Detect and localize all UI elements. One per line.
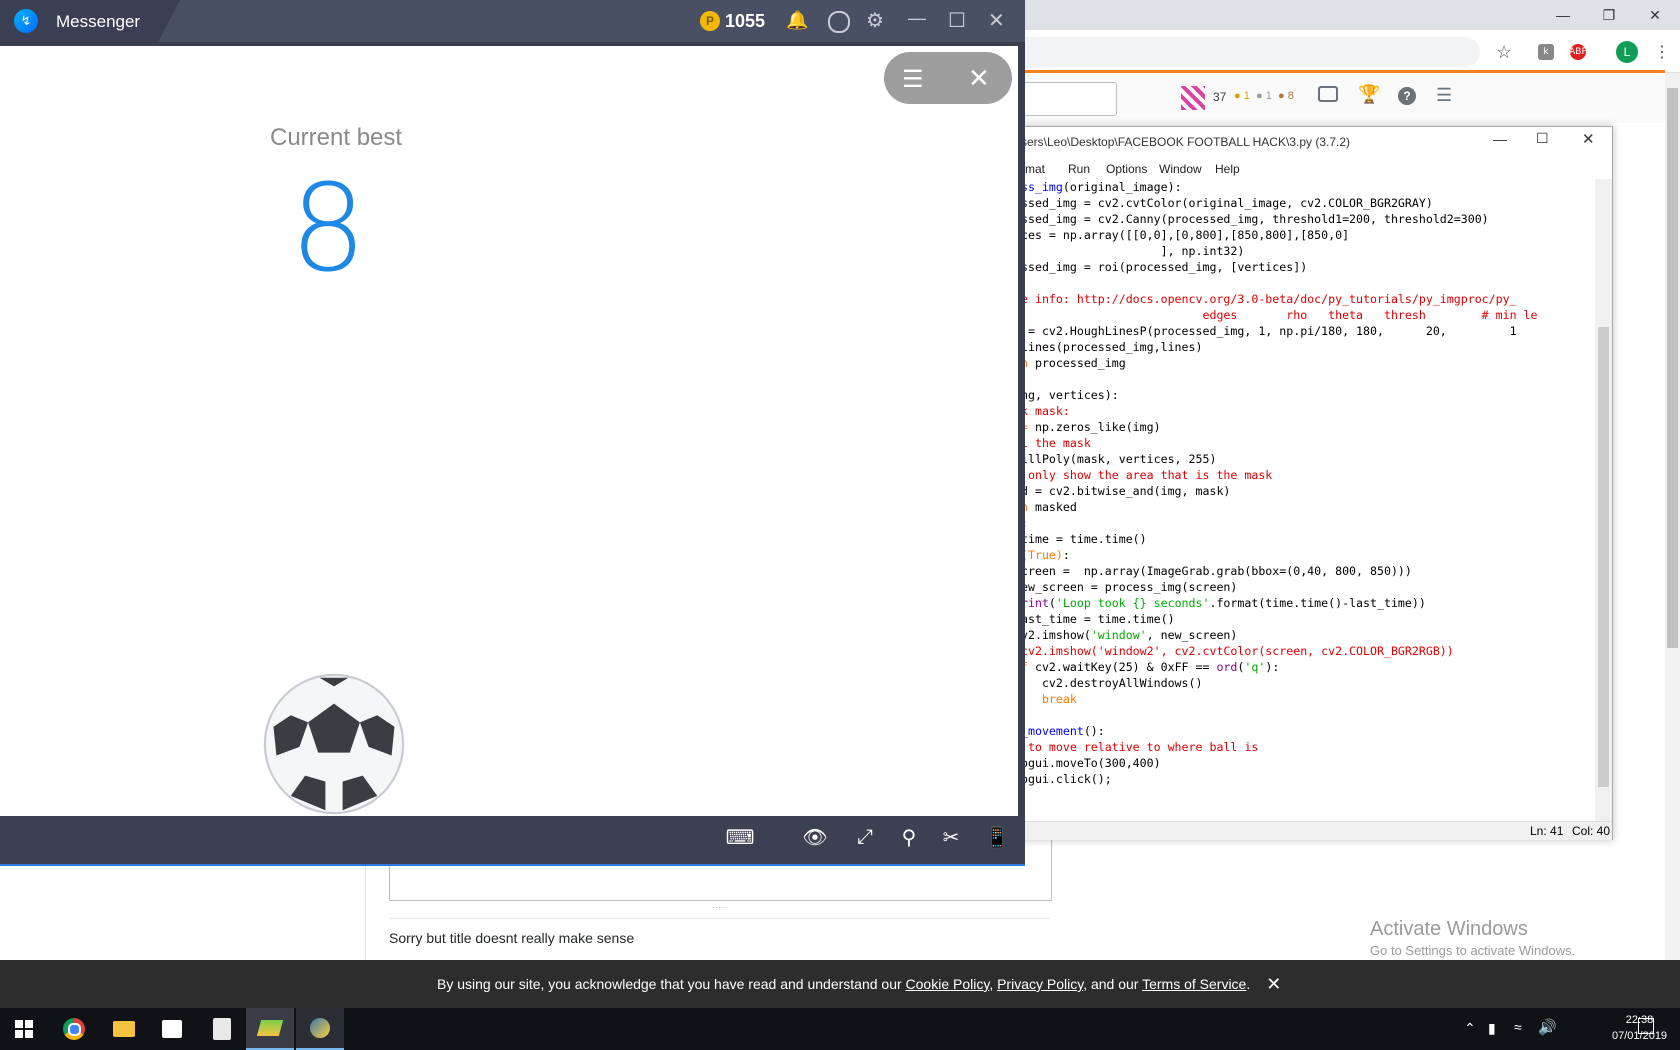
textarea-resize-grip[interactable]: .....: [706, 902, 734, 910]
soccer-ball-icon[interactable]: [262, 672, 406, 816]
silver-badge-count: ● 1: [1256, 90, 1272, 102]
messenger-tab-title: Messenger: [56, 12, 141, 31]
so-comment-divider: [389, 918, 1050, 919]
battery-icon[interactable]: ▮: [1488, 1020, 1496, 1037]
idle-statusbar: Ln: 41 Col: 40: [1021, 821, 1612, 840]
volume-icon[interactable]: 🔊: [1538, 1018, 1557, 1036]
profile-avatar[interactable]: L: [1616, 41, 1638, 63]
game-controls-pill: ☰ ✕: [884, 52, 1012, 104]
location-icon[interactable]: ⚲: [894, 822, 924, 852]
fullscreen-icon[interactable]: ⤢: [850, 822, 880, 852]
keyboard-icon[interactable]: ⌨: [725, 822, 755, 852]
cookie-suffix: .: [1246, 976, 1251, 992]
coin-count: 1055: [725, 11, 766, 31]
cookie-sep-2: , and our: [1083, 976, 1143, 992]
clock-date: 07/01/2019: [1612, 1030, 1668, 1042]
settings-gear-icon[interactable]: ⚙: [866, 8, 884, 33]
adblock-icon[interactable]: ABP: [1569, 44, 1587, 60]
terms-of-service-link[interactable]: Terms of Service: [1142, 976, 1246, 992]
help-icon[interactable]: ?: [1398, 87, 1416, 105]
cookie-close-icon[interactable]: ✕: [1266, 974, 1281, 995]
menu-options[interactable]: Options: [1106, 162, 1147, 176]
idle-titlebar: sers\Leo\Desktop\FACEBOOK FOOTBALL HACK\…: [1021, 127, 1612, 157]
gold-badge-count: ● 1: [1234, 90, 1250, 102]
windows-start-icon[interactable]: [0, 1008, 48, 1050]
menu-window[interactable]: Window: [1159, 162, 1202, 176]
status-column: Col: 40: [1572, 824, 1611, 838]
idle-window-title: sers\Leo\Desktop\FACEBOOK FOOTBALL HACK\…: [1021, 135, 1351, 149]
bronze-badge-count: ● 8: [1278, 90, 1294, 102]
bell-icon[interactable]: 🔔: [786, 10, 808, 31]
chrome-close-button[interactable]: ✕: [1632, 0, 1678, 30]
bs-maximize-button[interactable]: ☐: [948, 8, 966, 33]
bs-minimize-button[interactable]: —: [908, 8, 926, 29]
account-icon[interactable]: [828, 11, 850, 33]
extension-icon[interactable]: k: [1538, 44, 1554, 60]
chrome-menu-icon[interactable]: ⋮: [1654, 42, 1670, 62]
wifi-icon[interactable]: ≈: [1514, 1019, 1522, 1035]
bluestacks-taskbar-icon[interactable]: [246, 1008, 294, 1050]
menu-help[interactable]: Help: [1215, 162, 1240, 176]
trophy-icon[interactable]: 🏆: [1358, 84, 1380, 105]
user-identicon[interactable]: [1181, 86, 1205, 110]
reputation-count: 37: [1213, 90, 1227, 104]
tray-chevron-icon[interactable]: ⌃: [1464, 1020, 1476, 1037]
chrome-minimize-button[interactable]: —: [1540, 0, 1586, 30]
idle-code-area[interactable]: ss_img(original_image): ssed_img = cv2.c…: [1021, 179, 1595, 821]
site-switcher-icon[interactable]: ☰: [1436, 85, 1452, 106]
clock-time: 22:38: [1625, 1014, 1654, 1026]
activate-subtitle: Go to Settings to activate Windows.: [1370, 943, 1576, 958]
chrome-scrollbar-thumb[interactable]: [1667, 88, 1678, 648]
game-canvas[interactable]: [0, 46, 1018, 816]
current-best-label: Current best: [270, 124, 403, 151]
idle-minimize-button[interactable]: —: [1493, 131, 1507, 147]
privacy-policy-link[interactable]: Privacy Policy: [997, 976, 1083, 992]
bookmark-star-icon[interactable]: ☆: [1496, 42, 1512, 63]
game-menu-icon[interactable]: ☰: [902, 65, 924, 94]
silver-badge-value: 1: [1265, 90, 1272, 102]
store-icon[interactable]: [148, 1008, 196, 1050]
idle-menubar: rmat Run Options Window Help: [1021, 157, 1612, 179]
bs-close-button[interactable]: ✕: [988, 8, 1005, 33]
coin-icon: P: [700, 11, 720, 31]
gold-badge-value: 1: [1243, 90, 1250, 102]
cookie-prefix: By using our site, you acknowledge that …: [437, 976, 906, 992]
file-explorer-icon[interactable]: [100, 1008, 148, 1050]
inbox-icon[interactable]: [1318, 86, 1338, 102]
idle-maximize-button[interactable]: ☐: [1536, 130, 1549, 147]
rotate-device-icon[interactable]: 📱: [982, 822, 1012, 852]
chrome-taskbar-icon[interactable]: [50, 1008, 98, 1050]
cookie-policy-link[interactable]: Cookie Policy: [906, 976, 990, 992]
idle-close-button[interactable]: ✕: [1582, 130, 1595, 148]
messenger-logo-icon: ↯: [14, 9, 38, 33]
taskbar-clock[interactable]: 22:38 07/01/2019: [1612, 1012, 1667, 1044]
cookie-sep-1: ,: [989, 976, 998, 992]
idle-scroll-thumb[interactable]: [1598, 327, 1609, 787]
idle-editor-window: sers\Leo\Desktop\FACEBOOK FOOTBALL HACK\…: [1020, 126, 1613, 840]
menu-run[interactable]: Run: [1068, 162, 1090, 176]
cookie-banner: By using our site, you acknowledge that …: [0, 960, 1680, 1008]
eye-icon[interactable]: 👁: [800, 822, 830, 852]
status-line: Ln: 41: [1530, 824, 1564, 838]
windows-taskbar: ⌃ ▮ ≈ 🔊: [0, 1008, 1680, 1050]
bronze-badge-value: 8: [1287, 90, 1294, 102]
so-comment-text: Sorry but title doesnt really make sense: [389, 930, 635, 946]
activate-windows-watermark: Activate Windows Go to Settings to activ…: [1370, 918, 1575, 958]
python-file-icon[interactable]: [198, 1008, 246, 1050]
current-best-score: 8: [290, 160, 367, 299]
activate-title: Activate Windows: [1370, 918, 1528, 940]
code-text: ss_img(original_image): ssed_img = cv2.c…: [1021, 180, 1538, 786]
address-bar[interactable]: [1000, 37, 1480, 67]
bluestacks-window: ↯ Messenger P 1055 🔔 ⚙ — ☐ ✕ ☰ ✕ Current…: [0, 0, 1025, 866]
chrome-restore-button[interactable]: ❐: [1586, 0, 1632, 30]
python-idle-taskbar-icon[interactable]: [296, 1008, 344, 1050]
scissors-icon[interactable]: ✂: [936, 822, 966, 852]
bluestacks-toolbar: ⌨ 👁 ⤢ ⚲ ✂ 📱: [0, 816, 1025, 866]
cookie-text: By using our site, you acknowledge that …: [437, 976, 1250, 992]
game-close-icon[interactable]: ✕: [968, 63, 990, 94]
